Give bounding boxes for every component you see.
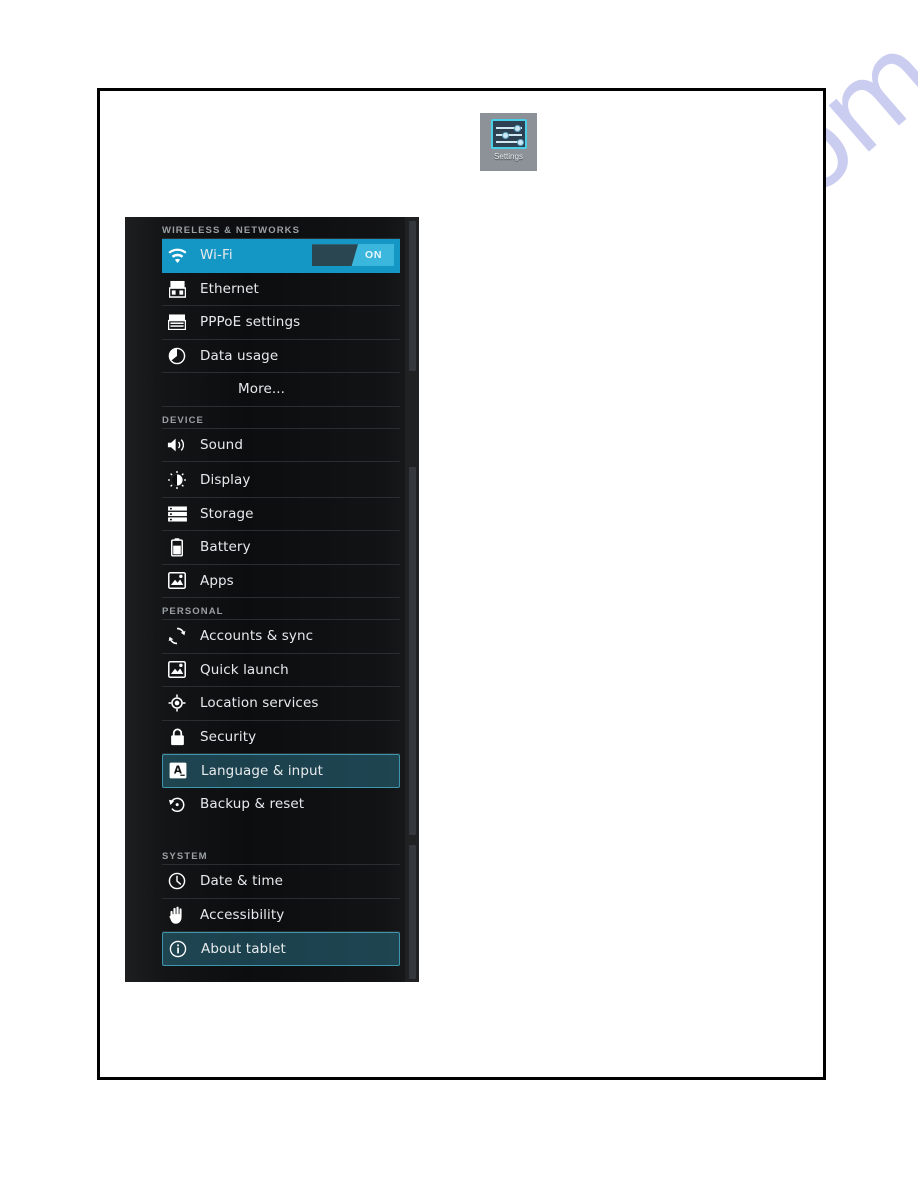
settings-item-language-input[interactable]: A Language & input bbox=[162, 754, 400, 788]
settings-item-label: Apps bbox=[200, 572, 234, 589]
sync-icon bbox=[162, 625, 192, 647]
no-icon bbox=[162, 378, 192, 400]
toggle-knob bbox=[312, 244, 358, 267]
settings-item-label: Accessibility bbox=[200, 906, 285, 923]
settings-item-display[interactable]: Display bbox=[162, 465, 400, 498]
clock-icon bbox=[162, 870, 192, 892]
settings-item-label: Backup & reset bbox=[200, 796, 305, 813]
backup-icon bbox=[162, 793, 192, 815]
settings-item-storage[interactable]: Storage bbox=[162, 498, 400, 531]
settings-item-pppoe-settings[interactable]: PPPoE settings bbox=[162, 306, 400, 340]
settings-list-bottom: SYSTEM Date & time Accessibility About t… bbox=[162, 843, 400, 966]
settings-item-sound[interactable]: Sound bbox=[162, 429, 400, 462]
settings-item-accessibility[interactable]: Accessibility bbox=[162, 899, 400, 932]
settings-item-label: PPPoE settings bbox=[200, 314, 301, 331]
section-header-device: DEVICE bbox=[162, 407, 400, 429]
ethernet-icon bbox=[162, 278, 192, 300]
settings-item-apps[interactable]: Apps bbox=[162, 565, 400, 598]
section-header-wireless: WIRELESS & NETWORKS bbox=[162, 217, 400, 239]
settings-capture-middle: Display Storage Battery Apps PERSONAL Ac… bbox=[125, 465, 419, 843]
storage-icon bbox=[162, 503, 192, 525]
language-icon: A bbox=[163, 760, 193, 782]
settings-capture-top: WIRELESS & NETWORKS Wi-Fi ON Ethernet PP… bbox=[125, 217, 419, 465]
settings-list-top: WIRELESS & NETWORKS Wi-Fi ON Ethernet PP… bbox=[162, 217, 400, 462]
settings-item-label: Storage bbox=[200, 505, 254, 522]
settings-item-label: Quick launch bbox=[200, 661, 289, 678]
wifi-icon bbox=[162, 244, 192, 266]
wifi-toggle[interactable]: ON bbox=[312, 244, 394, 267]
battery-icon bbox=[162, 536, 192, 558]
location-icon bbox=[162, 692, 192, 714]
settings-item-label: Data usage bbox=[200, 347, 279, 364]
sound-icon bbox=[162, 434, 192, 456]
settings-item-wifi[interactable]: Wi-Fi ON bbox=[162, 239, 400, 273]
settings-launcher-icon[interactable]: Settings bbox=[480, 113, 537, 171]
settings-item-label: About tablet bbox=[201, 940, 286, 957]
settings-item-quick-launch[interactable]: Quick launch bbox=[162, 654, 400, 687]
info-icon bbox=[163, 938, 193, 960]
scrollbar-thumb[interactable] bbox=[409, 221, 416, 371]
settings-item-about-tablet[interactable]: About tablet bbox=[162, 932, 400, 966]
settings-item-location-services[interactable]: Location services bbox=[162, 687, 400, 721]
settings-item-label: Accounts & sync bbox=[200, 628, 314, 645]
settings-launcher-label: Settings bbox=[494, 152, 523, 161]
apps-icon bbox=[162, 659, 192, 681]
settings-item-label: Sound bbox=[200, 436, 244, 453]
settings-item-backup-reset[interactable]: Backup & reset bbox=[162, 788, 400, 822]
accessibility-icon bbox=[162, 904, 192, 926]
settings-item-label: More... bbox=[238, 381, 286, 398]
settings-item-label: Display bbox=[200, 472, 251, 489]
settings-item-label: Date & time bbox=[200, 873, 283, 890]
settings-item-label: Battery bbox=[200, 539, 251, 556]
display-icon bbox=[162, 469, 192, 491]
toggle-state-label: ON bbox=[365, 249, 382, 262]
settings-item-label: Location services bbox=[200, 695, 319, 712]
settings-item-label: Language & input bbox=[201, 762, 324, 779]
apps-icon bbox=[162, 570, 192, 592]
settings-item-label: Wi-Fi bbox=[200, 247, 233, 264]
settings-sliders-icon bbox=[490, 119, 527, 149]
settings-item-ethernet[interactable]: Ethernet bbox=[162, 273, 400, 306]
settings-item-label: Security bbox=[200, 728, 257, 745]
scrollbar-thumb[interactable] bbox=[409, 467, 416, 835]
settings-item-label: Ethernet bbox=[200, 280, 259, 297]
scrollbar-thumb[interactable] bbox=[409, 845, 416, 979]
data-usage-icon bbox=[162, 345, 192, 367]
settings-list-middle: Display Storage Battery Apps PERSONAL Ac… bbox=[162, 465, 400, 821]
section-header-personal: PERSONAL bbox=[162, 598, 400, 620]
lock-icon bbox=[162, 726, 192, 748]
section-header-system: SYSTEM bbox=[162, 843, 400, 865]
settings-item-data-usage[interactable]: Data usage bbox=[162, 340, 400, 373]
settings-item-accounts-sync[interactable]: Accounts & sync bbox=[162, 620, 400, 654]
settings-item-battery[interactable]: Battery bbox=[162, 531, 400, 565]
settings-item-date-time[interactable]: Date & time bbox=[162, 865, 400, 899]
settings-capture-bottom: SYSTEM Date & time Accessibility About t… bbox=[125, 843, 419, 982]
settings-item-more[interactable]: More... bbox=[162, 373, 400, 407]
adsl-icon bbox=[162, 311, 192, 333]
settings-item-security[interactable]: Security bbox=[162, 721, 400, 754]
